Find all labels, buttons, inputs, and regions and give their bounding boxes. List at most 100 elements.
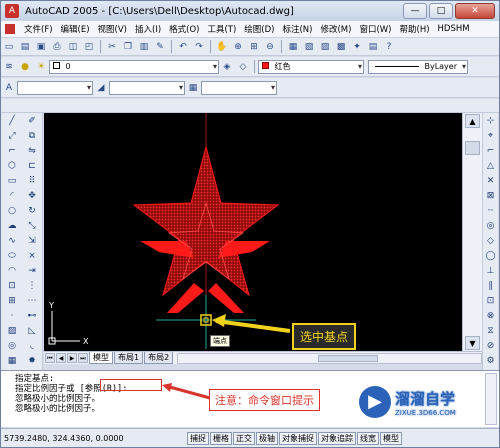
- scroll-down-icon[interactable]: ▼: [465, 336, 480, 350]
- lineweight-toggle[interactable]: 线宽: [357, 431, 379, 445]
- offset-icon[interactable]: ⊏: [25, 160, 39, 173]
- table-icon[interactable]: ▦: [5, 355, 19, 368]
- zoom-previous-icon[interactable]: ⊖: [263, 40, 277, 54]
- paste-icon[interactable]: ▥: [137, 40, 151, 54]
- match-properties-icon[interactable]: ✎: [153, 40, 167, 54]
- spline-icon[interactable]: ∿: [5, 235, 19, 248]
- polygon-icon[interactable]: ⬡: [5, 160, 19, 173]
- menu-tools[interactable]: 工具(T): [203, 23, 240, 35]
- rectangle-icon[interactable]: ▭: [5, 175, 19, 188]
- last-tab-icon[interactable]: ⏭: [78, 353, 88, 363]
- insert-block-icon[interactable]: ⊡: [5, 280, 19, 293]
- snap-perpendicular-icon[interactable]: ⊥: [484, 265, 498, 278]
- tab-model[interactable]: 模型: [89, 352, 113, 364]
- grid-toggle[interactable]: 栅格: [210, 431, 232, 445]
- tab-layout1[interactable]: 布局1: [114, 352, 144, 364]
- snap-nearest-icon[interactable]: ⧖: [484, 325, 498, 338]
- undo-icon[interactable]: ↶: [176, 40, 190, 54]
- horizontal-scrollbar[interactable]: [177, 352, 482, 364]
- menu-format[interactable]: 格式(O): [165, 23, 203, 35]
- osnap-settings-icon[interactable]: ⚙: [484, 355, 498, 368]
- new-file-icon[interactable]: ▭: [2, 40, 16, 54]
- move-icon[interactable]: ✥: [25, 190, 39, 203]
- break-icon[interactable]: ⋯: [25, 295, 39, 308]
- snap-endpoint-icon[interactable]: ⌐: [484, 145, 498, 158]
- layer-manager-icon[interactable]: ≋: [2, 60, 16, 74]
- next-tab-icon[interactable]: ▶: [67, 353, 77, 363]
- arc-icon[interactable]: ◜: [5, 190, 19, 203]
- prev-tab-icon[interactable]: ◀: [56, 353, 66, 363]
- markup-icon[interactable]: ✦: [350, 40, 364, 54]
- redo-icon[interactable]: ↷: [192, 40, 206, 54]
- temp-tracking-icon[interactable]: ⊹: [484, 115, 498, 128]
- model-toggle[interactable]: 模型: [380, 431, 402, 445]
- linetype-select[interactable]: ByLayer: [368, 59, 468, 74]
- osnap-toggle[interactable]: 对象捕捉: [279, 431, 317, 445]
- minimize-button[interactable]: —: [403, 3, 427, 19]
- extend-icon[interactable]: ⇥: [25, 265, 39, 278]
- circle-icon[interactable]: ○: [5, 205, 19, 218]
- menu-help[interactable]: 帮助(H): [396, 23, 434, 35]
- array-icon[interactable]: ⠿: [25, 175, 39, 188]
- break-at-point-icon[interactable]: ⋮: [25, 280, 39, 293]
- table-style-select[interactable]: [201, 80, 277, 95]
- pan-icon[interactable]: ✋: [215, 40, 229, 54]
- print-icon[interactable]: ⎙: [50, 40, 64, 54]
- snap-extension-icon[interactable]: ┈: [484, 205, 498, 218]
- cut-icon[interactable]: ✂: [105, 40, 119, 54]
- polyline-icon[interactable]: ⌐: [5, 145, 19, 158]
- tab-layout2[interactable]: 布局2: [144, 352, 174, 364]
- menu-modify[interactable]: 修改(M): [316, 23, 355, 35]
- publish-icon[interactable]: ◰: [82, 40, 96, 54]
- zoom-realtime-icon[interactable]: ⊕: [231, 40, 245, 54]
- copy-icon[interactable]: ❐: [121, 40, 135, 54]
- dimension-style-icon[interactable]: ◢: [94, 81, 108, 95]
- snap-tangent-icon[interactable]: ◯: [484, 250, 498, 263]
- scroll-up-icon[interactable]: ▲: [465, 114, 480, 128]
- hatch-icon[interactable]: ▨: [5, 325, 19, 338]
- sheet-set-icon[interactable]: ▩: [334, 40, 348, 54]
- maximize-button[interactable]: □: [429, 3, 453, 19]
- fillet-icon[interactable]: ◟: [25, 340, 39, 353]
- explode-icon[interactable]: ✸: [25, 355, 39, 368]
- snap-from-icon[interactable]: ⌖: [484, 130, 498, 143]
- menu-dimension[interactable]: 标注(N): [278, 23, 316, 35]
- ellipse-icon[interactable]: ⬭: [5, 250, 19, 263]
- ortho-toggle[interactable]: 正交: [233, 431, 255, 445]
- layer-select[interactable]: 0: [49, 59, 219, 74]
- menu-draw[interactable]: 绘图(D): [240, 23, 278, 35]
- autocad-app-icon[interactable]: A: [5, 4, 19, 18]
- table-style-icon[interactable]: ▦: [186, 81, 200, 95]
- quick-calc-icon[interactable]: ▤: [366, 40, 380, 54]
- vertical-scroll-thumb[interactable]: [465, 141, 480, 155]
- trim-icon[interactable]: ⨯: [25, 250, 39, 263]
- open-file-icon[interactable]: ▤: [18, 40, 32, 54]
- snap-midpoint-icon[interactable]: △: [484, 160, 498, 173]
- stretch-icon[interactable]: ⇲: [25, 235, 39, 248]
- solid-star-bottom-right[interactable]: [208, 283, 244, 313]
- snap-quadrant-icon[interactable]: ◇: [484, 235, 498, 248]
- document-icon[interactable]: [5, 24, 15, 34]
- menu-window[interactable]: 窗口(W): [355, 23, 395, 35]
- layer-on-icon[interactable]: ●: [18, 60, 32, 74]
- snap-intersection-icon[interactable]: ✕: [484, 175, 498, 188]
- menu-edit[interactable]: 编辑(E): [57, 23, 94, 35]
- color-select[interactable]: 红色: [258, 59, 364, 74]
- layer-previous-icon[interactable]: ◇: [236, 60, 250, 74]
- copy-object-icon[interactable]: ⧉: [25, 130, 39, 143]
- revision-cloud-icon[interactable]: ☁: [5, 220, 19, 233]
- print-preview-icon[interactable]: ◫: [66, 40, 80, 54]
- text-style-icon[interactable]: A: [2, 81, 16, 95]
- snap-none-icon[interactable]: ⊘: [484, 340, 498, 353]
- polar-toggle[interactable]: 极轴: [256, 431, 278, 445]
- make-block-icon[interactable]: ⊞: [5, 295, 19, 308]
- region-icon[interactable]: ◎: [5, 340, 19, 353]
- chamfer-icon[interactable]: ◺: [25, 325, 39, 338]
- menu-insert[interactable]: 插入(I): [131, 23, 165, 35]
- snap-apparent-intersection-icon[interactable]: ⊠: [484, 190, 498, 203]
- snap-insert-icon[interactable]: ⊡: [484, 295, 498, 308]
- design-center-icon[interactable]: ▧: [302, 40, 316, 54]
- first-tab-icon[interactable]: ⏮: [45, 353, 55, 363]
- construction-line-icon[interactable]: ⤢: [5, 130, 19, 143]
- vertical-scrollbar[interactable]: ▲ ▼: [462, 113, 482, 351]
